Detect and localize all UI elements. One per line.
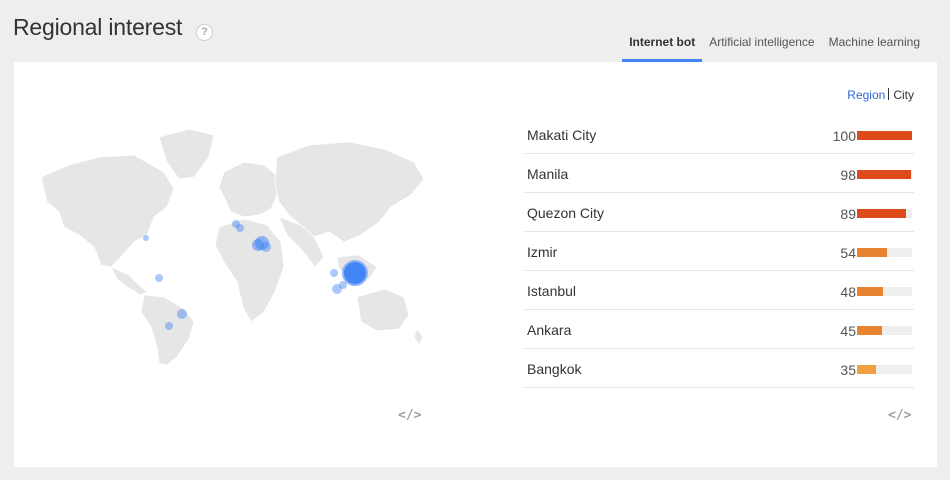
- table-row[interactable]: Quezon City 89: [524, 193, 914, 232]
- map-region-europe: [218, 161, 280, 218]
- toggle-region[interactable]: Region: [847, 88, 885, 102]
- tab-machine-learning[interactable]: Machine learning: [822, 35, 927, 62]
- interest-value: 98: [840, 167, 856, 183]
- interest-bar-fill: [857, 170, 911, 179]
- city-name: Ankara: [527, 322, 572, 338]
- interest-bar-fill: [857, 287, 884, 296]
- interest-bar: [857, 209, 912, 218]
- interest-bar-fill: [857, 326, 882, 335]
- map-marker-netherlands: [236, 224, 244, 232]
- city-name: Manila: [527, 166, 569, 182]
- interest-bar: [857, 248, 912, 257]
- map-region-greenland: [158, 128, 215, 180]
- interest-value: 100: [832, 128, 856, 144]
- interest-value: 45: [840, 323, 856, 339]
- table-row[interactable]: Manila 98: [524, 154, 914, 193]
- city-name: Izmir: [527, 244, 558, 260]
- map-marker-colombia: [155, 274, 163, 282]
- map-region-south-america: [140, 294, 195, 366]
- map-marker-brazil: [177, 309, 187, 319]
- tab-artificial-intelligence[interactable]: Artificial intelligence: [702, 35, 821, 62]
- table-row[interactable]: Ankara 45: [524, 310, 914, 349]
- map-region-new-zealand: [413, 328, 424, 346]
- interest-bar-fill: [857, 248, 887, 257]
- table-row[interactable]: Makati City 100: [524, 115, 914, 154]
- regional-interest-panel: </> Region City Makati City 100 Manila 98 Que…: [14, 62, 937, 467]
- map-marker-jakarta: [339, 281, 347, 289]
- help-icon[interactable]: ?: [196, 24, 213, 41]
- interest-bar-fill: [857, 209, 906, 218]
- map-marker-ankara: [261, 242, 271, 252]
- table-row[interactable]: Bangkok 35: [524, 349, 914, 388]
- tab-internet-bot[interactable]: Internet bot: [622, 35, 703, 62]
- interest-value: 35: [840, 362, 856, 378]
- interest-value: 48: [840, 284, 856, 300]
- map-region-north-america: [40, 154, 175, 268]
- interest-bar-fill: [857, 365, 877, 374]
- map-marker-makati-city: [342, 260, 368, 286]
- map-marker-bangkok: [330, 269, 338, 277]
- toggle-city[interactable]: City: [893, 88, 914, 102]
- interest-bar: [857, 326, 912, 335]
- toggle-separator: [888, 88, 890, 100]
- map-marker-us-east: [143, 235, 149, 241]
- interest-bar: [857, 365, 912, 374]
- map-region-australia: [356, 288, 410, 332]
- interest-value: 54: [840, 245, 856, 261]
- map-region-central-america: [110, 266, 148, 296]
- interest-bar: [857, 131, 912, 140]
- interest-bar: [857, 287, 912, 296]
- interest-value: 89: [840, 206, 856, 222]
- region-city-toggle: Region City: [847, 88, 914, 102]
- page-header: Regional interest ? Internet bot Artific…: [0, 0, 950, 62]
- table-row[interactable]: Izmir 54: [524, 232, 914, 271]
- page-title: Regional interest: [13, 14, 183, 40]
- city-name: Quezon City: [527, 205, 605, 221]
- map-marker-argentina: [165, 322, 173, 330]
- map-embed-icon[interactable]: </>: [398, 408, 421, 423]
- table-row[interactable]: Istanbul 48: [524, 271, 914, 310]
- interest-bar-fill: [857, 131, 912, 140]
- map-region-africa: [214, 218, 285, 323]
- list-embed-icon[interactable]: </>: [888, 408, 911, 423]
- city-name: Makati City: [527, 127, 597, 143]
- term-tabs: Internet bot Artificial intelligence Mac…: [622, 35, 927, 62]
- city-name: Bangkok: [527, 361, 582, 377]
- world-map[interactable]: [39, 117, 429, 367]
- city-name: Istanbul: [527, 283, 577, 299]
- city-ranking-list: Makati City 100 Manila 98 Quezon City 89 Izmir…: [524, 115, 914, 388]
- interest-bar: [857, 170, 912, 179]
